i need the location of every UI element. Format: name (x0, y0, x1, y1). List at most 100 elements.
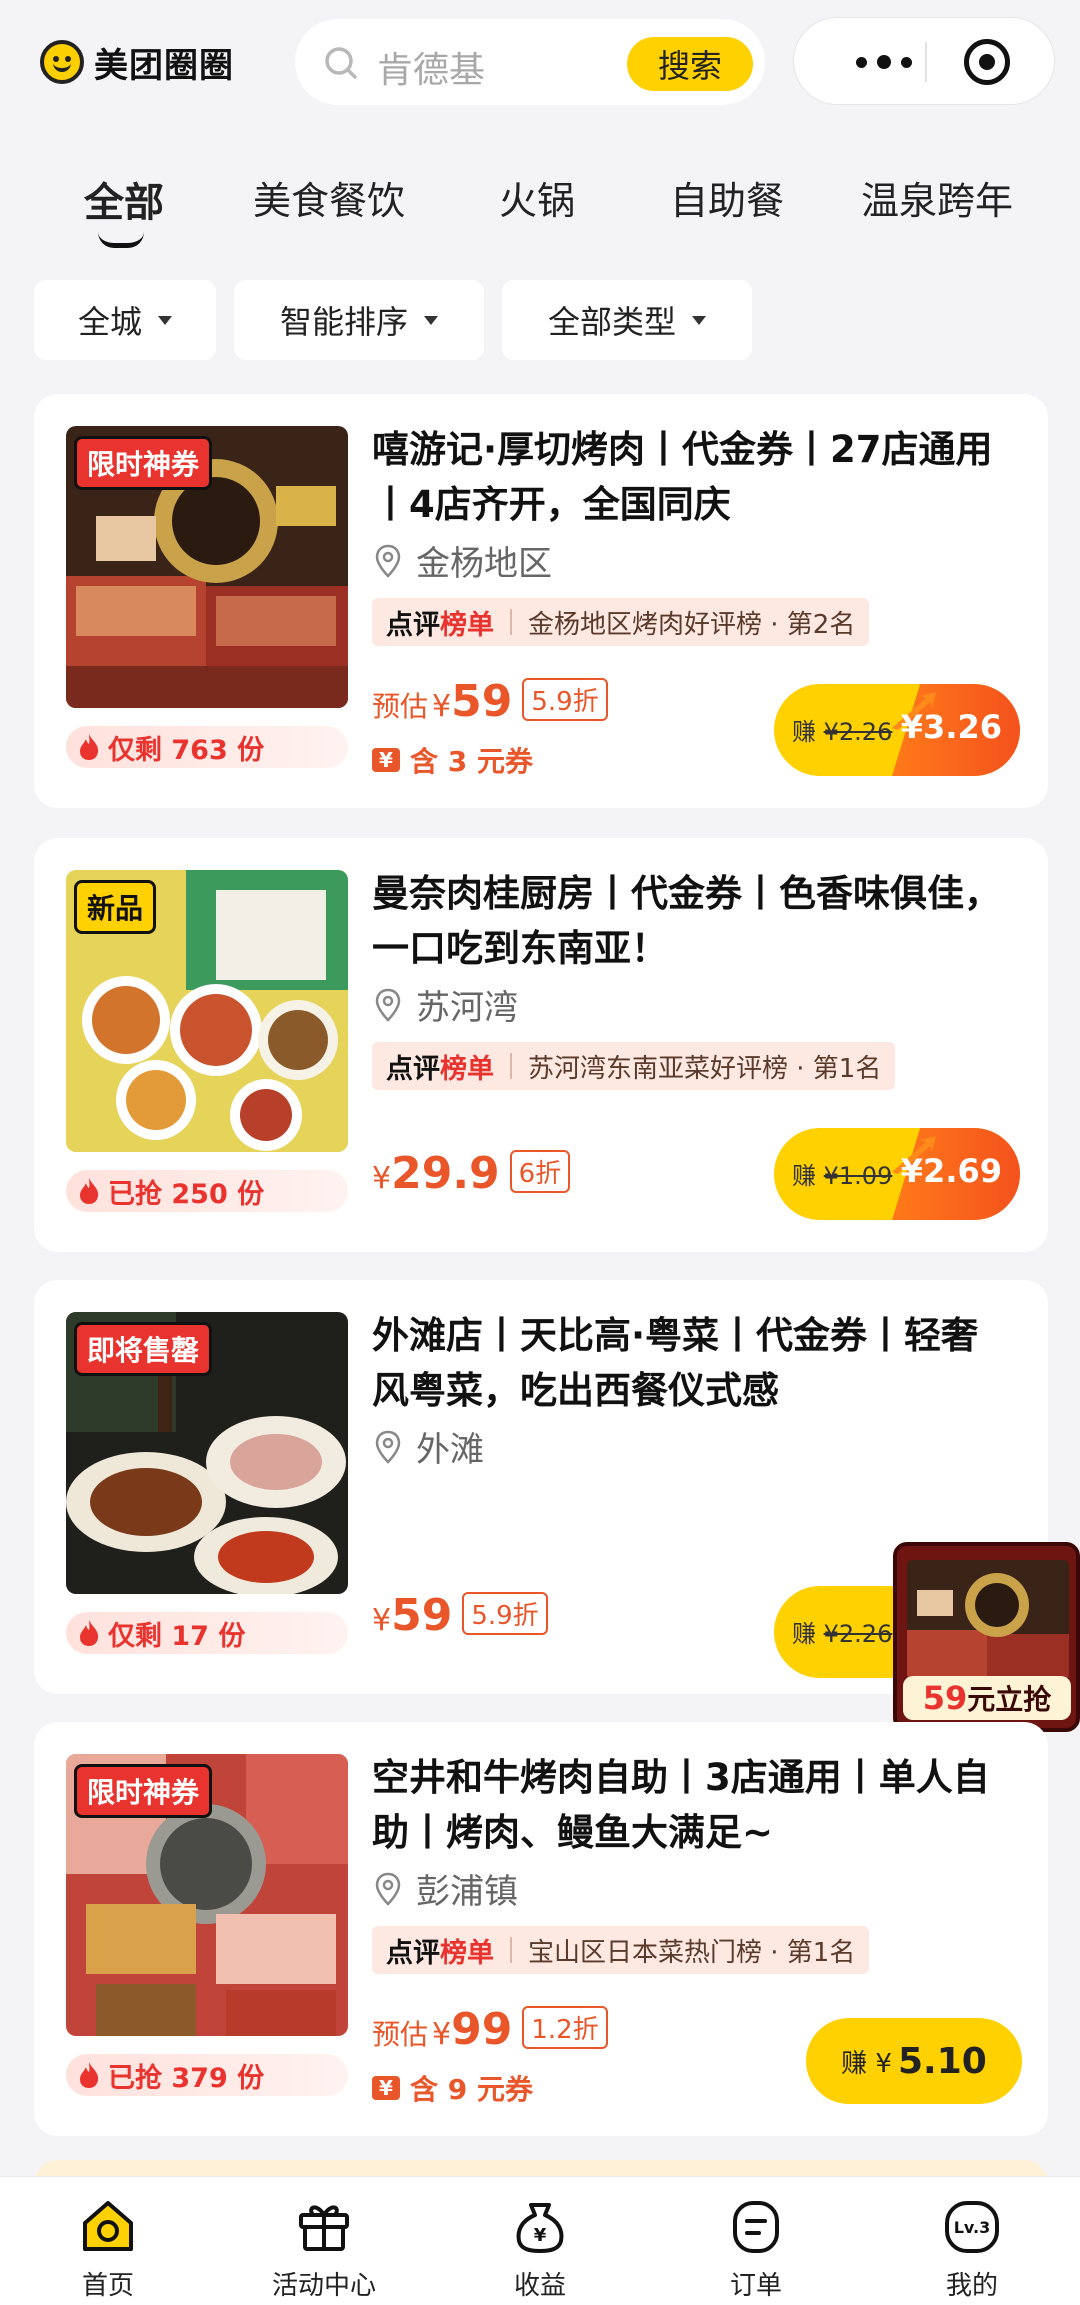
promo-image (907, 1560, 1069, 1680)
tab-active-indicator (98, 232, 144, 248)
ranking-badge-title: 点评榜单 (386, 1937, 494, 1969)
earn-new: ¥2.69 (900, 1152, 1002, 1190)
earn-value: 5.10 (897, 2040, 987, 2082)
nav-activity-label: 活动中心 (271, 2271, 376, 2301)
coupon-info: ¥ 含 9 元券 (372, 2068, 533, 2108)
stock-badge: 已抢 379 份 (66, 2054, 348, 2096)
stock-text: 已抢 250 份 (108, 1178, 265, 1210)
currency-symbol: ¥ (432, 2017, 452, 2052)
floating-promo[interactable]: 59 元立抢 (893, 1542, 1080, 1732)
search-icon (325, 47, 357, 79)
stock-text: 仅剩 17 份 (108, 1620, 246, 1652)
nav-home[interactable]: 首页 (48, 2195, 168, 2305)
deal-card[interactable]: 限时神券 仅剩 763 份 嘻游记·厚切烤肉丨代金券丨27店通用丨4店齐开，全国… (34, 394, 1048, 808)
deal-price: 99 (451, 2004, 513, 2055)
filter-sort-label: 智能排序 (279, 303, 408, 341)
tab-buffet[interactable]: 自助餐 (670, 170, 784, 225)
chevron-down-icon (692, 315, 706, 325)
ranking-badge[interactable]: 点评榜单 金杨地区烤肉好评榜 · 第2名 (372, 598, 870, 646)
deal-location-text: 苏河湾 (416, 988, 518, 1028)
svg-text:Lv.3: Lv.3 (954, 2218, 991, 2237)
filter-type-label: 全部类型 (547, 303, 676, 341)
filter-sort[interactable]: 智能排序 (234, 280, 484, 360)
tab-hotspring[interactable]: 温泉跨年 (861, 170, 1013, 225)
stock-badge: 已抢 250 份 (66, 1170, 348, 1212)
deal-tag: 限时神券 (74, 1764, 213, 1818)
flame-icon (80, 1620, 99, 1646)
level-badge-icon: Lv.3 (945, 2201, 999, 2253)
currency-symbol: ¥ (372, 1161, 392, 1196)
tab-all[interactable]: 全部 (84, 170, 164, 228)
filter-area-label: 全城 (77, 303, 142, 341)
miniprogram-capsule (793, 17, 1055, 105)
close-miniprogram-icon[interactable] (964, 39, 1010, 85)
earn-old: 赚 ¥2.26 (792, 718, 893, 746)
discount-badge: 1.2折 (522, 2006, 608, 2049)
order-icon (733, 2201, 779, 2253)
flame-icon (80, 1178, 99, 1204)
nav-profile[interactable]: Lv.3 我的 (912, 2195, 1032, 2305)
nav-income-label: 收益 (513, 2271, 566, 2301)
deal-location: 金杨地区 (374, 536, 552, 585)
earn-button[interactable]: 赚 ¥2.26 ¥3.26 (774, 684, 1020, 776)
earn-new: ¥3.26 (900, 708, 1002, 746)
home-icon (83, 2201, 133, 2251)
ranking-badge[interactable]: 点评榜单 宝山区日本菜热门榜 · 第1名 (372, 1926, 870, 1974)
deal-card[interactable]: 新品 已抢 250 份 曼奈肉桂厨房丨代金券丨色香味俱佳，一口吃到东南亚！ 苏河… (34, 838, 1048, 1252)
earn-button[interactable]: 赚 ¥1.09 ¥2.69 (774, 1128, 1020, 1220)
nav-profile-label: 我的 (945, 2271, 998, 2301)
price-row: ¥ 59 5.9折 (372, 1590, 548, 1641)
coupon-text: 含 3 元券 (410, 745, 533, 778)
coupon-text: 含 9 元券 (410, 2073, 533, 2106)
deal-location-text: 彭浦镇 (416, 1872, 518, 1912)
nav-orders-label: 订单 (729, 2271, 782, 2301)
more-icon[interactable] (834, 18, 934, 106)
stock-badge: 仅剩 763 份 (66, 726, 348, 768)
ranking-badge-title: 点评榜单 (386, 1053, 494, 1085)
coupon-icon: ¥ (372, 748, 400, 772)
tab-hotpot[interactable]: 火锅 (499, 170, 575, 225)
earn-old: 赚 ¥1.09 (792, 1162, 893, 1190)
deal-price: 29.9 (391, 1148, 500, 1199)
search-bar[interactable]: 肯德基 搜索 (295, 19, 765, 105)
ranking-divider (510, 1937, 512, 1963)
category-tabs: 全部 美食餐饮 火锅 自助餐 温泉跨年 (0, 170, 1080, 260)
ranking-badge-title: 点评榜单 (386, 609, 494, 641)
deal-image: 新品 (66, 870, 348, 1152)
app-name: 美团圈圈 (94, 45, 234, 86)
flame-icon (80, 2062, 99, 2088)
price-row: ¥ 29.9 6折 (372, 1148, 571, 1199)
price-prefix: 预估 (372, 690, 429, 723)
flame-icon (80, 734, 99, 760)
tab-food[interactable]: 美食餐饮 (253, 170, 405, 225)
location-pin-icon (375, 1430, 401, 1464)
filter-type[interactable]: 全部类型 (502, 280, 752, 360)
deal-tag: 新品 (74, 880, 157, 934)
filter-area[interactable]: 全城 (34, 280, 216, 360)
deal-title: 空井和牛烤肉自助丨3店通用丨单人自助丨烤肉、鳗鱼大满足~ (372, 1756, 990, 1854)
deal-image: 限时神券 (66, 426, 348, 708)
promo-label: 59 元立抢 (903, 1676, 1071, 1720)
ranking-badge[interactable]: 点评榜单 苏河湾东南亚菜好评榜 · 第1名 (372, 1042, 896, 1090)
header: 美团圈圈 肯德基 搜索 (0, 0, 1080, 130)
deal-card[interactable]: 限时神券 已抢 379 份 空井和牛烤肉自助丨3店通用丨单人自助丨烤肉、鳗鱼大满… (34, 1722, 1048, 2136)
search-button[interactable]: 搜索 (627, 37, 753, 91)
discount-badge: 5.9折 (522, 678, 608, 721)
location-pin-icon (375, 988, 401, 1022)
deal-title: 外滩店丨天比高·粤菜丨代金券丨轻奢风粤菜，吃出西餐仪式感 (372, 1314, 979, 1412)
nav-income[interactable]: ¥ 收益 (480, 2195, 600, 2305)
ranking-text: 宝山区日本菜热门榜 · 第1名 (528, 1937, 856, 1968)
nav-orders[interactable]: 订单 (696, 2195, 816, 2305)
search-input[interactable]: 肯德基 (377, 41, 485, 93)
app-logo[interactable]: 美团圈圈 (40, 38, 234, 86)
nav-activity[interactable]: 活动中心 (264, 2195, 384, 2305)
currency-symbol: ¥ (372, 1603, 392, 1638)
earn-button[interactable]: 赚 ¥ 5.10 (806, 2018, 1022, 2104)
svg-text:¥: ¥ (534, 2225, 547, 2246)
deal-tag: 限时神券 (74, 436, 213, 490)
logo-face-icon (40, 40, 84, 84)
ranking-text: 金杨地区烤肉好评榜 · 第2名 (528, 609, 856, 640)
deal-image: 限时神券 (66, 1754, 348, 2036)
deal-tag: 即将售罄 (74, 1322, 213, 1376)
deal-location-text: 金杨地区 (416, 544, 552, 584)
